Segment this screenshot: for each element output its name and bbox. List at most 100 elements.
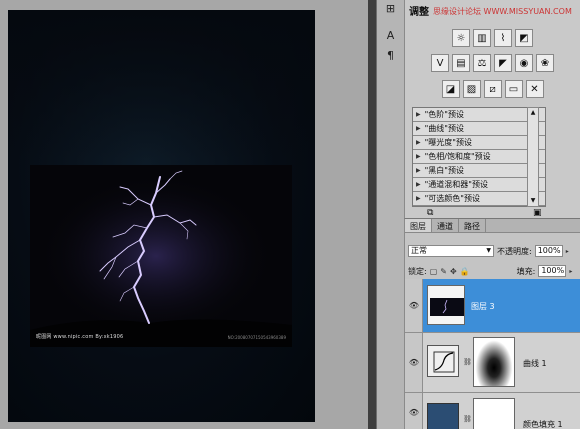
opacity-field[interactable]: 100% <box>534 245 563 257</box>
preset-label: "曝光度"预设 <box>424 138 472 147</box>
layer-mask-thumbnail[interactable] <box>473 337 515 387</box>
history-icon[interactable]: ⊞ <box>382 0 399 17</box>
preset-item[interactable]: ▶ "曲线"预设 <box>413 122 545 136</box>
scroll-up-icon[interactable]: ▲ <box>528 108 538 118</box>
collapsed-dock: ⊞ A ¶ <box>376 0 404 429</box>
photo-credit-text: 昵图网 www.nipic.com By:xk1906 <box>36 334 124 340</box>
layer-mask-thumbnail[interactable] <box>473 398 515 429</box>
exposure-icon[interactable]: ◩ <box>515 29 533 47</box>
posterize-icon[interactable]: ▨ <box>462 80 481 98</box>
blend-opacity-row: 正常 ▼ 不透明度: 100% ▸ <box>408 245 569 257</box>
scroll-track[interactable] <box>528 118 538 196</box>
threshold-icon[interactable]: ⧄ <box>483 80 502 98</box>
visibility-column: 👁 <box>405 333 423 392</box>
lock-label: 锁定: <box>408 266 427 276</box>
lightning-bolt-graphic <box>30 165 292 347</box>
tab-paths[interactable]: 路径 <box>459 219 486 232</box>
curves-icon[interactable]: ⌇ <box>494 29 512 47</box>
expand-triangle-icon[interactable]: ▶ <box>416 139 421 146</box>
adjustments-header: 调整 思缘设计论坛 WWW.MISSYUAN.COM <box>405 0 580 20</box>
color-balance-icon[interactable]: ⚖ <box>473 54 491 72</box>
preset-list[interactable]: ▶ "色阶"预设 ▶ "曲线"预设 ▶ "曝光度"预设 ▶ "色相/饱和度"预设 ▶ "黑… <box>412 107 546 207</box>
adjustment-icons-row-3: ◪ ▨ ⧄ ▭ ✕ <box>405 80 580 98</box>
preset-item[interactable]: ▶ "黑白"预设 <box>413 164 545 178</box>
layers-tab-bar: 图层 通道 路径 <box>405 219 580 233</box>
layer-row-color-fill-1[interactable]: 👁 ⛓ 颜色填充 1 <box>405 393 580 429</box>
layer-thumbnail <box>427 285 465 325</box>
fill-label: 填充: <box>516 266 536 276</box>
expand-triangle-icon[interactable]: ▶ <box>416 181 421 188</box>
preset-item[interactable]: ▶ "可选颜色"预设 <box>413 192 545 206</box>
clip-to-layer-icon[interactable]: ⧉ <box>427 208 433 218</box>
visibility-eye-icon[interactable]: 👁 <box>408 301 420 310</box>
preset-label: "曲线"预设 <box>424 124 464 133</box>
curves-symbol-graphic <box>433 351 455 373</box>
expand-triangle-icon[interactable]: ▶ <box>416 153 421 160</box>
visibility-column: 👁 <box>405 279 423 332</box>
black-white-icon[interactable]: ◤ <box>494 54 512 72</box>
invert-icon[interactable]: ◪ <box>441 80 460 98</box>
preset-label: "色阶"预设 <box>424 110 464 119</box>
preset-label: "色相/饱和度"预设 <box>424 152 491 161</box>
fill-color-swatch[interactable] <box>427 403 459 429</box>
layer-name[interactable]: 颜色填充 1 <box>523 419 563 429</box>
preset-item[interactable]: ▶ "通道混和器"预设 <box>413 178 545 192</box>
layer-row-layer-3[interactable]: 👁 图层 3 <box>405 279 580 333</box>
document-canvas[interactable]: 昵图网 www.nipic.com By:xk1906 NO:200807071… <box>8 10 315 422</box>
adjustment-icons-row-1: ☼ ▥ ⌇ ◩ <box>405 29 580 47</box>
fill-slider-arrow-icon[interactable]: ▸ <box>569 268 572 275</box>
forum-watermark: 思缘设计论坛 WWW.MISSYUAN.COM <box>433 7 572 16</box>
preset-label: "通道混和器"预设 <box>424 180 488 189</box>
lock-all-icon[interactable]: 🔒 <box>460 267 470 276</box>
lock-position-icon[interactable]: ✥ <box>450 267 457 276</box>
hue-saturation-icon[interactable]: ▤ <box>452 54 470 72</box>
preset-label: "可选颜色"预设 <box>424 194 480 203</box>
lock-fill-row: 锁定: ▢ ✎ ✥ 🔒 填充: 100% ▸ <box>408 265 572 277</box>
visibility-eye-icon[interactable]: 👁 <box>408 408 420 417</box>
mask-link-icon[interactable]: ⛓ <box>463 415 472 423</box>
blend-mode-value: 正常 <box>411 246 427 255</box>
layer-name[interactable]: 图层 3 <box>471 301 495 312</box>
selective-color-icon[interactable]: ✕ <box>525 80 544 98</box>
tab-layers[interactable]: 图层 <box>405 219 432 232</box>
layer-3-thumbnail-graphic <box>430 298 464 316</box>
preset-item[interactable]: ▶ "色阶"预设 <box>413 108 545 122</box>
panel-options-icon[interactable]: ▣ <box>533 208 542 218</box>
channel-mixer-icon[interactable]: ❀ <box>536 54 554 72</box>
expand-triangle-icon[interactable]: ▶ <box>416 195 421 202</box>
opacity-slider-arrow-icon[interactable]: ▸ <box>566 248 569 255</box>
tab-channels[interactable]: 通道 <box>432 219 459 232</box>
adjustment-icons-row-2: V ▤ ⚖ ◤ ◉ ❀ <box>405 54 580 72</box>
preset-label: "黑白"预设 <box>424 166 464 175</box>
fill-field[interactable]: 100% <box>538 265 567 277</box>
blend-mode-select[interactable]: 正常 ▼ <box>408 245 494 257</box>
preset-scrollbar[interactable]: ▲ ▼ <box>527 107 539 207</box>
photo-id-text: NO:20080707150543960389 <box>227 335 286 340</box>
layer-row-curves-1[interactable]: 👁 ⛓ 曲线 1 <box>405 333 580 393</box>
levels-icon[interactable]: ▥ <box>473 29 491 47</box>
expand-triangle-icon[interactable]: ▶ <box>416 111 421 118</box>
canvas-workspace[interactable]: 昵图网 www.nipic.com By:xk1906 NO:200807071… <box>0 0 368 429</box>
lock-pixels-icon[interactable]: ✎ <box>440 267 447 276</box>
mask-link-icon[interactable]: ⛓ <box>463 358 472 366</box>
visibility-eye-icon[interactable]: 👁 <box>408 358 420 367</box>
preset-item[interactable]: ▶ "色相/饱和度"预设 <box>413 150 545 164</box>
layer-name[interactable]: 曲线 1 <box>523 358 547 369</box>
lock-transparency-icon[interactable]: ▢ <box>430 267 438 276</box>
tab-adjustments[interactable]: 调整 <box>409 3 429 18</box>
paragraph-icon[interactable]: ¶ <box>382 47 399 64</box>
vibrance-icon[interactable]: V <box>431 54 449 72</box>
scroll-down-icon[interactable]: ▼ <box>528 196 538 206</box>
visibility-column: 👁 <box>405 393 423 429</box>
photo-filter-icon[interactable]: ◉ <box>515 54 533 72</box>
panel-divider[interactable] <box>368 0 376 429</box>
canvas-dark-top <box>8 10 315 160</box>
gradient-map-icon[interactable]: ▭ <box>504 80 523 98</box>
brightness-icon[interactable]: ☼ <box>452 29 470 47</box>
preset-item[interactable]: ▶ "曝光度"预设 <box>413 136 545 150</box>
expand-triangle-icon[interactable]: ▶ <box>416 125 421 132</box>
opacity-label: 不透明度: <box>497 246 532 256</box>
layers-panel: 图层 通道 路径 正常 ▼ 不透明度: 100% ▸ 锁定: ▢ ✎ ✥ 🔒 填… <box>404 218 580 429</box>
character-icon[interactable]: A <box>382 27 399 44</box>
expand-triangle-icon[interactable]: ▶ <box>416 167 421 174</box>
